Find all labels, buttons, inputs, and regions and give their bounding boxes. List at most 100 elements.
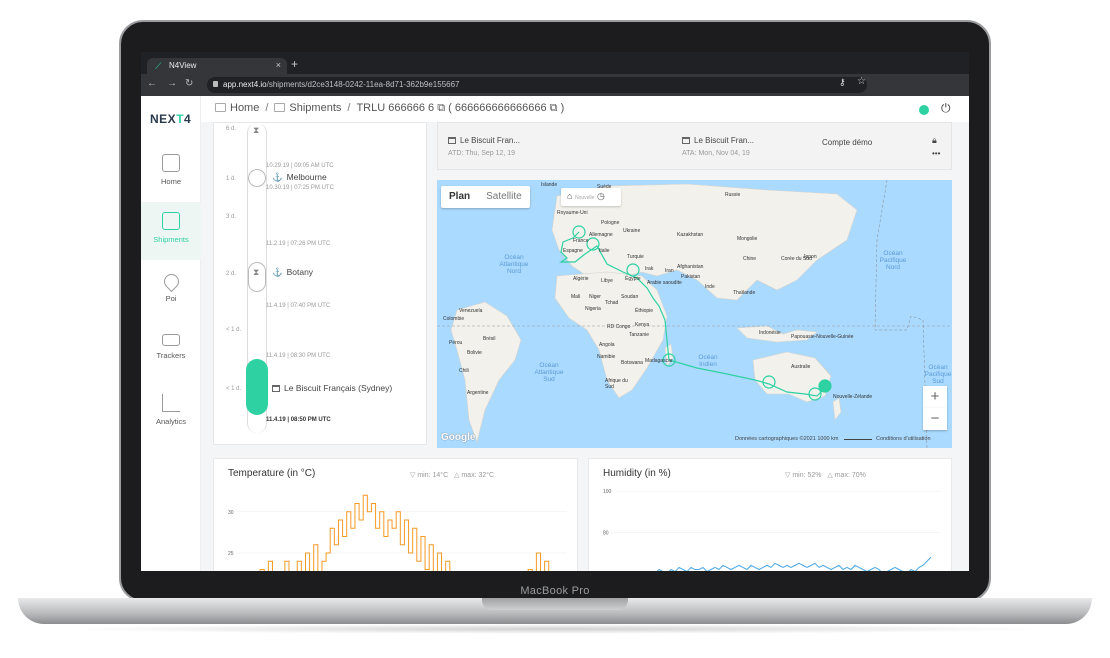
- ocean-label: Océan Atlantique Nord: [499, 254, 529, 275]
- anchor-icon: ⚓: [272, 267, 283, 277]
- breadcrumb: Home / Shipments / TRLU 666666 6 ⧉ ( 6666666…: [215, 102, 564, 115]
- map-label: Angola: [599, 342, 615, 348]
- temperature-min: min: 14°C: [417, 472, 449, 479]
- hourglass-icon: ⧗: [253, 267, 260, 277]
- timeline-duration: < 1 d.: [226, 386, 242, 392]
- breadcrumb-close-paren: ): [560, 102, 565, 114]
- map-mode-plan[interactable]: Plan: [441, 187, 478, 206]
- y-tick-label: 25: [228, 551, 234, 557]
- map-label: Italie: [599, 248, 610, 254]
- sidebar-item-analytics[interactable]: Analytics: [141, 384, 201, 442]
- logo-t: T: [176, 112, 185, 126]
- url-host: app.next4.io: [223, 80, 267, 89]
- map-label: Niger: [589, 294, 601, 300]
- timeline-place[interactable]: ⚓ Melbourne: [272, 172, 327, 183]
- forward-icon[interactable]: →: [167, 78, 177, 89]
- power-icon[interactable]: ⏻: [941, 101, 951, 116]
- y-tick-label: 100: [603, 489, 612, 495]
- max-icon: △: [827, 472, 833, 479]
- laptop-shadow: [60, 624, 1050, 634]
- timeline-time: 11.4.19 | 08:50 PM UTC: [266, 417, 331, 423]
- map-label: Russie: [725, 192, 741, 198]
- map-label: Tchad: [605, 300, 619, 306]
- map-credit: Données cartographiques ©2021 1000 km Co…: [735, 436, 931, 442]
- sidebar-item-shipments[interactable]: Shipments: [141, 202, 201, 260]
- destination-name: Le Biscuit Fran...: [682, 136, 754, 145]
- timeline-place[interactable]: ⚓ Botany: [272, 267, 313, 278]
- map-label: France: [573, 238, 589, 244]
- map-label: Indonésie: [759, 330, 781, 336]
- building-icon: [682, 137, 690, 144]
- map-label: Chili: [459, 368, 469, 374]
- sidebar-item-label: Poi: [165, 294, 177, 303]
- back-icon[interactable]: ←: [147, 78, 157, 89]
- humidity-max: max: 70%: [834, 472, 866, 479]
- map-label: Papouasie-Nouvelle-Guinée: [791, 334, 854, 340]
- timeline-place[interactable]: Le Biscuit Français (Sydney): [272, 383, 392, 393]
- copy-icon[interactable]: ⧉: [550, 102, 558, 114]
- humidity-chart-title: Humidity (in %): [603, 468, 671, 479]
- map-mode-satellite[interactable]: Satellite: [478, 187, 530, 206]
- map-label: Namibie: [597, 354, 616, 360]
- y-tick-label: 80: [603, 530, 609, 536]
- breadcrumb-booking: ( 666666666666666: [448, 102, 547, 114]
- lock-icon: [213, 81, 218, 87]
- map-home-control[interactable]: ⌂ Nouvelle ◷: [561, 188, 621, 206]
- pin-icon: [160, 270, 182, 293]
- timeline-active-segment[interactable]: [246, 359, 268, 415]
- temperature-chart[interactable]: 30 25: [214, 485, 579, 571]
- close-tab-icon[interactable]: ×: [276, 60, 281, 70]
- map-label: Espagne: [563, 248, 583, 254]
- temperature-stats: ▽ min: 14°C △ max: 32°C: [410, 471, 494, 479]
- map-label: Mongolie: [737, 236, 758, 242]
- map-terms-link[interactable]: Conditions d'utilisation: [876, 436, 931, 442]
- sidebar-item-label: Analytics: [155, 417, 186, 426]
- sidebar-item-home[interactable]: Home: [141, 144, 201, 202]
- sidebar-item-trackers[interactable]: Trackers: [141, 324, 201, 382]
- humidity-chart[interactable]: 1008060: [589, 485, 953, 571]
- breadcrumb-shipments[interactable]: Shipments: [289, 102, 341, 114]
- map-label: Afrique du Sud: [605, 378, 628, 390]
- map-label: Libye: [601, 278, 613, 284]
- map-label: Bolivie: [467, 350, 482, 356]
- timeline-duration: 2 d.: [226, 271, 237, 277]
- building-icon: [272, 385, 280, 392]
- status-indicator[interactable]: [919, 105, 929, 115]
- new-tab-button[interactable]: +: [291, 57, 298, 71]
- zoom-in-button[interactable]: +: [923, 386, 947, 408]
- timeline-time: 10.30.19 | 07:25 PM UTC: [266, 185, 334, 191]
- timeline-node[interactable]: [248, 169, 266, 187]
- map-label: Madagascar: [645, 358, 673, 364]
- timeline-duration: 3 d.: [226, 214, 237, 220]
- map-label: Arabie saoudite: [647, 280, 682, 286]
- sidebar-item-poi[interactable]: Poi: [141, 264, 201, 322]
- ship-icon: [162, 212, 180, 230]
- temperature-chart-title: Temperature (in °C): [228, 468, 316, 479]
- key-icon[interactable]: ⚷: [839, 77, 846, 88]
- atd-date: ATD: Thu, Sep 12, 19: [448, 150, 516, 157]
- star-icon[interactable]: ☆: [857, 76, 866, 87]
- more-menu-button[interactable]: •••: [932, 149, 940, 158]
- sidebar-item-label: Trackers: [156, 351, 186, 360]
- timeline-time: 11.4.19 | 07:40 PM UTC: [266, 303, 331, 309]
- reload-icon[interactable]: ↻: [185, 78, 193, 89]
- timeline-time: 10.29.19 | 09:05 AM UTC: [266, 163, 334, 169]
- min-icon: ▽: [785, 472, 791, 479]
- copy-icon[interactable]: ⧉: [437, 102, 445, 114]
- breadcrumb-home[interactable]: Home: [230, 102, 259, 114]
- ata-date: ATA: Mon, Nov 04, 19: [682, 150, 750, 157]
- browser-tab[interactable]: ⟋ N4View ×: [147, 58, 287, 74]
- map-label: RD Congo: [607, 324, 631, 330]
- app: Home / Shipments / TRLU 666666 6 ⧉ ( 6666666…: [141, 96, 969, 571]
- lock-icon[interactable]: 🔒︎: [932, 135, 937, 146]
- logo[interactable]: NEXT4: [150, 112, 191, 126]
- map-label: Pérou: [449, 340, 463, 346]
- url-field[interactable]: app.next4.io/shipments/d2ce3148-0242-11e…: [207, 77, 867, 93]
- route-current-position: [818, 379, 832, 393]
- map-label: Japon: [803, 254, 817, 260]
- route-map[interactable]: Islande Suède Russie Royaume-Uni Pologne…: [437, 180, 952, 448]
- date-line: [874, 180, 928, 448]
- map-label: Pologne: [601, 220, 620, 226]
- map-label: Botswana: [621, 360, 643, 366]
- zoom-out-button[interactable]: −: [923, 408, 947, 430]
